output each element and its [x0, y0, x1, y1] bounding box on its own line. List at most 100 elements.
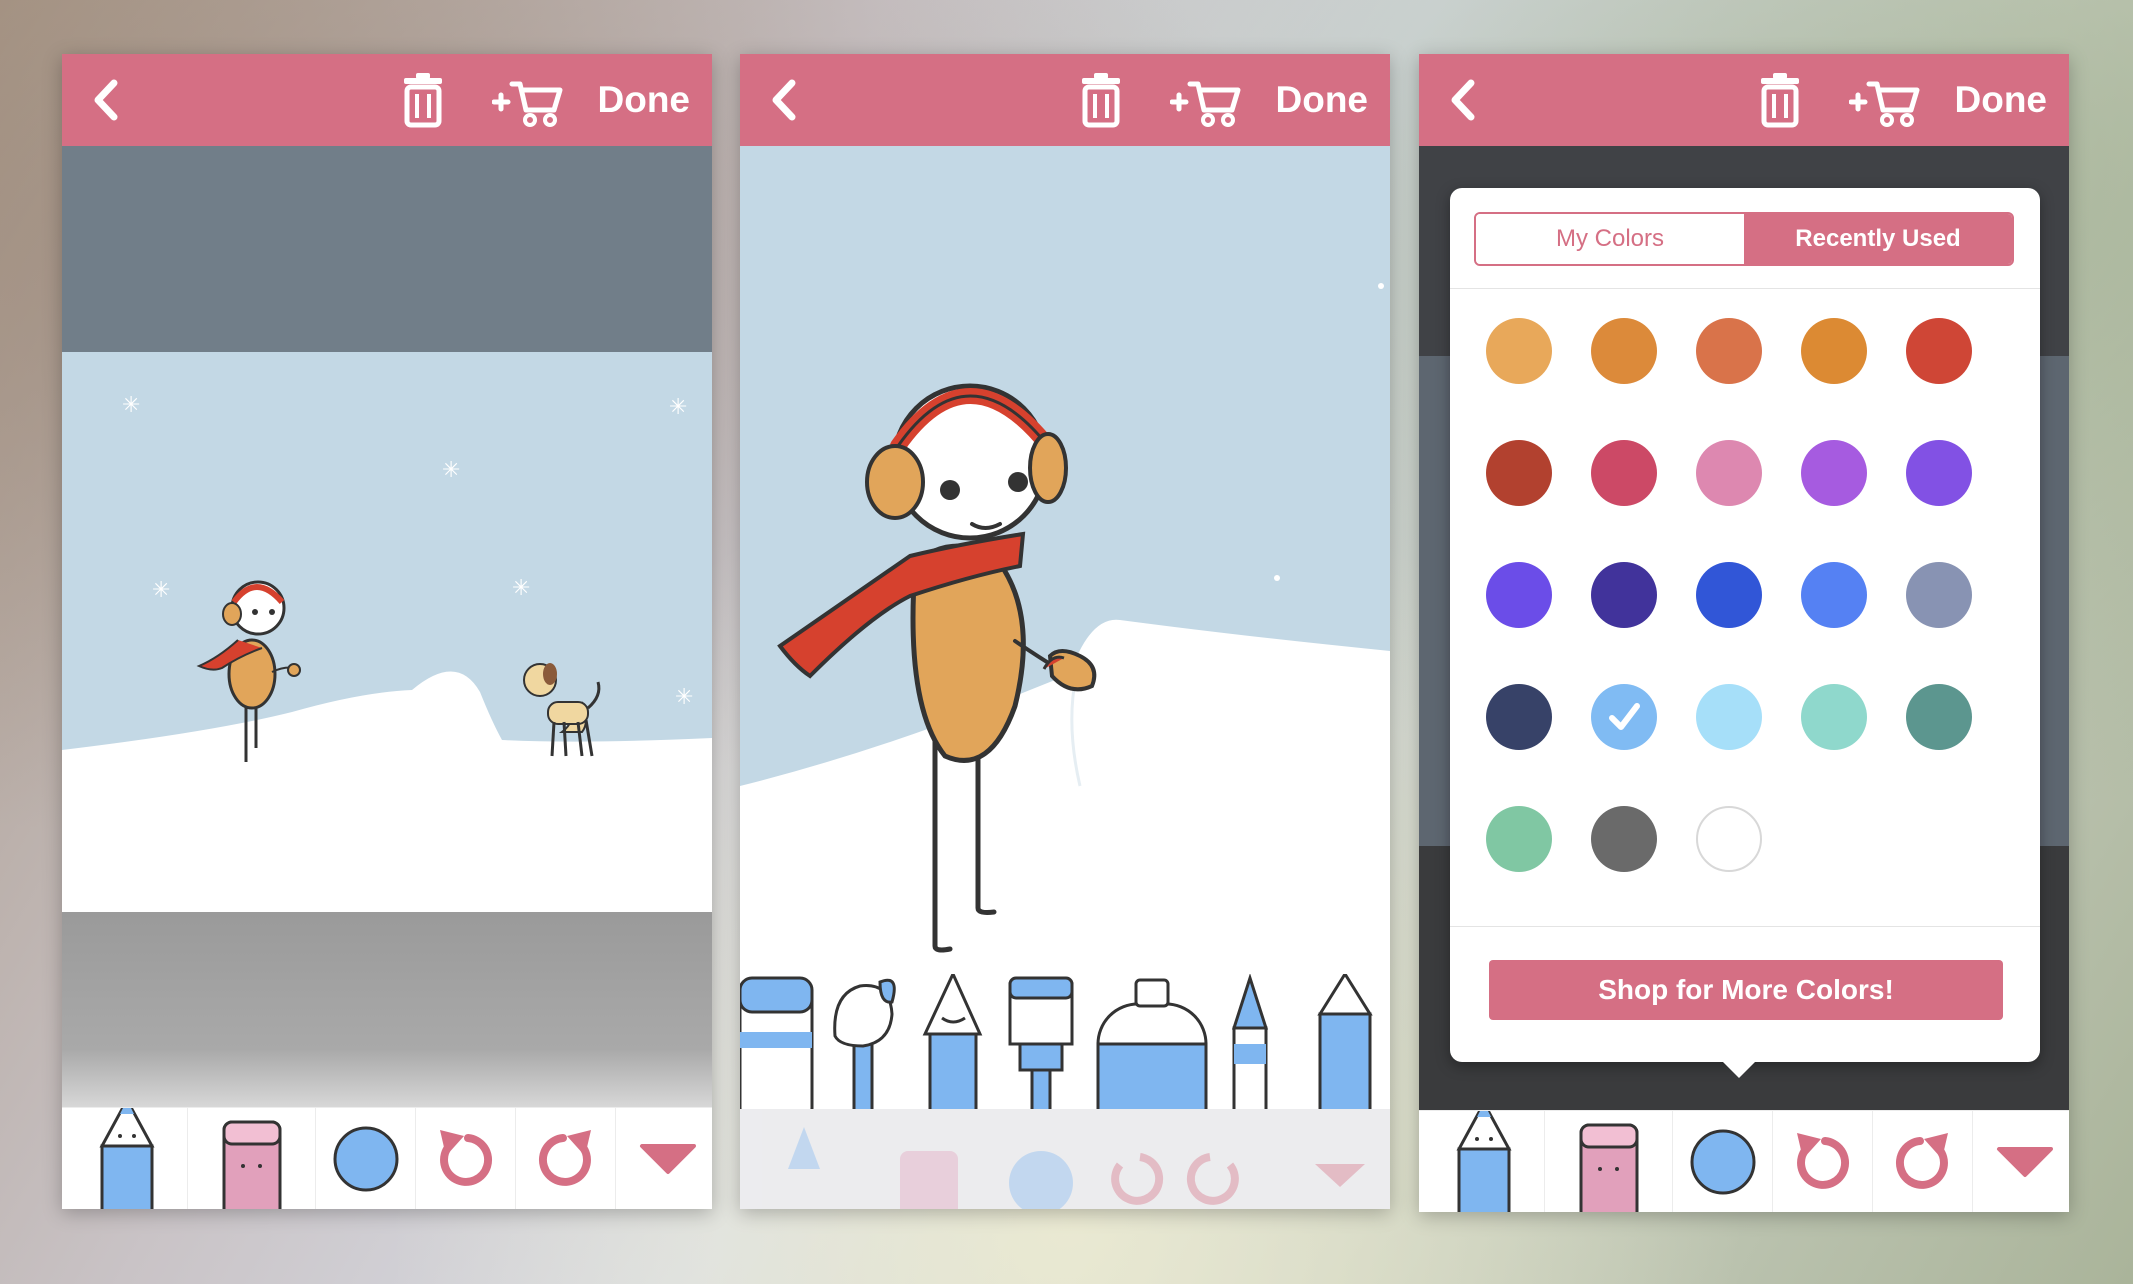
add-to-cart-icon	[491, 81, 563, 127]
spray-can-tool[interactable]	[1096, 978, 1208, 1109]
svg-text:✳: ✳	[669, 395, 687, 420]
undo-icon	[1797, 1133, 1849, 1189]
color-tabs: My Colors Recently Used	[1474, 212, 2014, 266]
marker-tool[interactable]	[740, 976, 814, 1109]
color-swatch[interactable]	[1801, 684, 1867, 750]
bottom-toolbar	[1419, 1110, 2069, 1212]
tab-my-colors[interactable]: My Colors	[1476, 214, 1744, 264]
redo-button[interactable]	[516, 1108, 616, 1209]
back-icon	[94, 79, 118, 121]
color-swatch[interactable]	[1801, 562, 1867, 628]
top-bar: Done	[62, 54, 712, 146]
color-swatch[interactable]	[1486, 318, 1552, 384]
color-swatch[interactable]	[1696, 440, 1762, 506]
popover-arrow	[1723, 1062, 1755, 1078]
eraser-icon	[1579, 1123, 1639, 1212]
trash-icon	[1082, 73, 1120, 128]
color-swatch[interactable]	[1591, 684, 1657, 750]
back-button[interactable]	[80, 70, 140, 130]
screen-canvas-overview: Done ✳ ✳ ✳ ✳ ✳ ✳	[62, 54, 712, 1209]
tool-tray	[740, 974, 1373, 1109]
drawing-canvas[interactable]: ✳ ✳ ✳ ✳ ✳ ✳	[62, 352, 712, 834]
color-swatch[interactable]	[1906, 562, 1972, 628]
flat-brush-tool[interactable]	[1008, 976, 1074, 1109]
pencil-icon	[1456, 1111, 1512, 1212]
color-swatch[interactable]	[1696, 562, 1762, 628]
svg-text:✳: ✳	[512, 576, 530, 601]
delete-button[interactable]	[1755, 72, 1805, 128]
color-picker-popover: My Colors Recently Used Shop for More Co…	[1450, 188, 2040, 1078]
pencil-icon	[99, 1108, 155, 1209]
divider	[1450, 926, 2040, 927]
color-swatch-icon	[1690, 1129, 1756, 1195]
eraser-tool[interactable]	[188, 1108, 316, 1209]
add-to-cart-button[interactable]	[491, 76, 564, 128]
done-button[interactable]: Done	[598, 74, 691, 126]
screen-color-picker: Done My Colors Recently Used Shop for Mo…	[1419, 54, 2069, 1212]
divider	[1450, 288, 2040, 289]
color-swatch[interactable]	[1906, 440, 1972, 506]
back-icon	[1451, 79, 1475, 121]
undo-button[interactable]	[416, 1108, 516, 1209]
pencil-tool[interactable]	[62, 1108, 188, 1209]
color-swatch[interactable]	[1696, 318, 1762, 384]
tab-recently-used[interactable]: Recently Used	[1744, 214, 2012, 264]
color-swatch[interactable]	[1906, 684, 1972, 750]
top-bar: Done	[740, 54, 1390, 146]
undo-button[interactable]	[1773, 1111, 1873, 1212]
fountain-pen-tool[interactable]	[922, 974, 983, 1109]
color-swatch[interactable]	[1591, 440, 1657, 506]
checkmark-icon	[1609, 703, 1640, 730]
color-picker-button[interactable]	[1673, 1111, 1773, 1212]
color-swatch[interactable]	[1591, 562, 1657, 628]
pencil-tool[interactable]	[1419, 1111, 1545, 1212]
color-swatch[interactable]	[1486, 440, 1552, 506]
color-swatch[interactable]	[1906, 318, 1972, 384]
done-button[interactable]: Done	[1276, 74, 1369, 126]
delete-button[interactable]	[398, 72, 448, 128]
back-button[interactable]	[758, 70, 818, 130]
dropdown-triangle-icon	[1997, 1147, 2053, 1177]
color-swatch[interactable]	[1801, 440, 1867, 506]
done-button[interactable]: Done	[1955, 74, 2048, 126]
delete-button[interactable]	[1076, 72, 1126, 128]
add-to-cart-icon	[1169, 81, 1241, 127]
trash-icon	[404, 73, 442, 128]
color-swatch[interactable]	[1486, 562, 1552, 628]
trash-icon	[1761, 73, 1799, 128]
bottom-toolbar	[62, 1107, 712, 1209]
crayon-tool[interactable]	[1231, 974, 1269, 1109]
add-to-cart-icon	[1848, 81, 1920, 127]
pencil-tool-tray[interactable]	[1317, 974, 1373, 1109]
svg-text:✳: ✳	[122, 393, 140, 418]
toolbar-collapse-button[interactable]	[616, 1108, 712, 1209]
svg-text:✳: ✳	[675, 685, 693, 710]
color-swatch[interactable]	[1486, 806, 1552, 872]
back-button[interactable]	[1437, 70, 1497, 130]
shop-more-colors-button[interactable]: Shop for More Colors!	[1489, 960, 2003, 1020]
undo-icon	[440, 1130, 492, 1186]
back-icon	[772, 79, 796, 121]
redo-icon	[539, 1130, 591, 1186]
round-brush-tool[interactable]	[833, 978, 896, 1109]
add-to-cart-button[interactable]	[1169, 76, 1242, 128]
add-to-cart-button[interactable]	[1848, 76, 1921, 128]
color-swatch[interactable]	[1696, 806, 1762, 872]
eraser-icon	[222, 1120, 282, 1209]
color-swatch[interactable]	[1486, 684, 1552, 750]
eraser-tool[interactable]	[1545, 1111, 1673, 1212]
svg-text:✳: ✳	[442, 458, 460, 483]
color-swatch[interactable]	[1591, 318, 1657, 384]
color-swatch[interactable]	[1591, 806, 1657, 872]
svg-text:✳: ✳	[152, 578, 170, 603]
redo-button[interactable]	[1873, 1111, 1973, 1212]
dropdown-triangle-icon	[640, 1144, 696, 1174]
top-bar: Done	[1419, 54, 2069, 146]
color-swatch[interactable]	[1801, 318, 1867, 384]
bottom-toolbar-faded	[740, 1109, 1390, 1209]
color-swatch[interactable]	[1696, 684, 1762, 750]
color-picker-button[interactable]	[316, 1108, 416, 1209]
color-swatch-icon	[333, 1126, 399, 1192]
toolbar-collapse-button[interactable]	[1973, 1111, 2069, 1212]
redo-icon	[1896, 1133, 1948, 1189]
